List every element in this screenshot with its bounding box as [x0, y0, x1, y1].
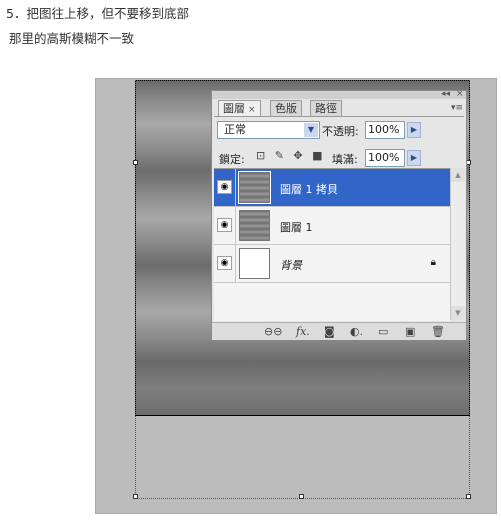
layer-thumbnail [238, 171, 271, 204]
scroll-up-icon[interactable]: ▲ [451, 168, 465, 182]
eye-icon[interactable]: ◉ [217, 256, 232, 270]
adjustment-icon[interactable]: ◐. [350, 325, 363, 338]
scroll-down-icon[interactable]: ▼ [451, 306, 465, 320]
layer-thumbnail [239, 210, 270, 241]
tab-layers-label: 圖層 [223, 102, 245, 115]
layers-scrollbar[interactable]: ▲ ▼ [450, 168, 465, 320]
collapse-icon[interactable]: ◂◂ [441, 89, 450, 99]
transform-handle-bottom-right[interactable] [466, 494, 471, 499]
tab-channels[interactable]: 色版 [270, 100, 302, 116]
opacity-arrow-icon[interactable]: ▶ [407, 122, 421, 138]
tab-close-icon[interactable]: × [248, 105, 256, 115]
close-icon[interactable]: × [456, 89, 464, 99]
opacity-input[interactable]: 100% [365, 121, 405, 139]
eye-icon[interactable]: ◉ [217, 180, 232, 194]
link-icon[interactable]: ⊖⊖ [264, 325, 282, 338]
layer-name[interactable]: 背景 [280, 257, 302, 273]
panel-titlebar[interactable]: ◂◂ × [212, 89, 466, 99]
chevron-down-icon[interactable]: ▼ [304, 123, 318, 137]
lock-icon: 🔒︎ [430, 257, 436, 268]
layer-name[interactable]: 圖層 1 拷貝 [280, 181, 338, 197]
panel-menu-icon[interactable]: ▾≡ [451, 103, 463, 113]
layers-panel: ◂◂ × 圖層 × 色版 路徑 ▾≡ 正常 ▼ 不透明: 100% ▶ 鎖定: ⊡… [211, 89, 467, 340]
layer-row[interactable]: ◉ 背景 🔒︎ [214, 245, 450, 283]
blend-mode-select[interactable]: 正常 ▼ [217, 121, 320, 139]
tab-divider [214, 116, 464, 117]
new-layer-icon[interactable]: ▣ [405, 325, 415, 338]
instruction-line-1: 5．把图往上移，但不要移到底部 [6, 6, 189, 21]
mask-icon[interactable]: ◙ [324, 325, 335, 338]
layer-name[interactable]: 圖層 1 [280, 219, 313, 235]
fill-arrow-icon[interactable]: ▶ [407, 150, 421, 166]
blend-mode-value: 正常 [224, 123, 246, 136]
transform-handle-bottom-mid[interactable] [299, 494, 304, 499]
lock-options[interactable]: ⊡ ✎ ✥ ■ [256, 149, 326, 162]
fill-label: 填滿: [332, 153, 358, 166]
fill-input[interactable]: 100% [365, 149, 405, 167]
eye-icon[interactable]: ◉ [217, 218, 232, 232]
layers-list: ◉ 圖層 1 拷貝 ◉ 圖層 1 ◉ 背景 🔒︎ [214, 168, 450, 321]
trash-icon[interactable]: 🗑︎ [431, 325, 445, 338]
tab-paths[interactable]: 路徑 [310, 100, 342, 116]
fx-icon[interactable]: fx. [296, 325, 310, 338]
group-folder-icon[interactable]: ▭ [378, 325, 388, 338]
tab-layers[interactable]: 圖層 × [218, 100, 261, 117]
transform-handle-bottom-left[interactable] [133, 494, 138, 499]
layer-row[interactable]: ◉ 圖層 1 [214, 207, 450, 245]
transform-handle-left-mid[interactable] [133, 160, 138, 165]
layer-thumbnail [239, 248, 270, 279]
layer-row[interactable]: ◉ 圖層 1 拷貝 [214, 169, 450, 207]
lock-label: 鎖定: [219, 153, 245, 166]
instruction-line-2: 那里的高斯模糊不一致 [9, 31, 135, 46]
panel-bottom-toolbar: ⊖⊖ fx. ◙ ◐. ▭ ▣ 🗑︎ [212, 322, 466, 340]
opacity-label: 不透明: [322, 125, 359, 138]
